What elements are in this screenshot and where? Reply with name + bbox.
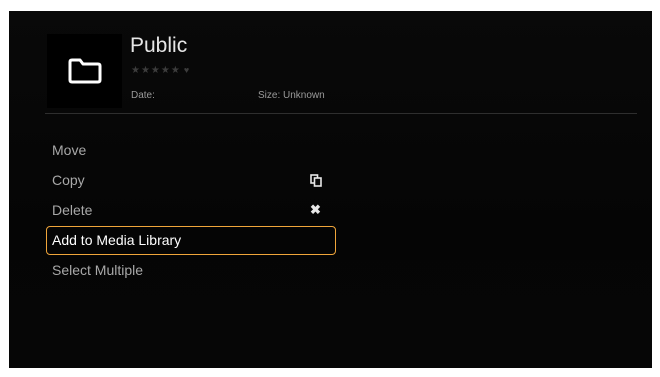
menu-item-label: Move [52, 142, 87, 158]
menu-item-move[interactable]: Move [46, 135, 336, 165]
folder-thumbnail [47, 34, 122, 108]
close-icon: ✖ [310, 202, 321, 217]
menu-item-label: Delete [52, 202, 93, 218]
menu-item-copy[interactable]: Copy [46, 165, 336, 195]
item-title: Public [130, 34, 188, 57]
header-divider [45, 113, 637, 114]
menu-item-label: Select Multiple [52, 262, 144, 278]
copy-icon [310, 165, 322, 195]
menu-item-select-multiple[interactable]: Select Multiple [46, 255, 336, 285]
folder-icon [68, 58, 101, 84]
favorite-heart-icon: ♥ [183, 65, 191, 75]
size-label: Size: Unknown [258, 90, 325, 101]
menu-item-delete[interactable]: Delete ✖ [46, 195, 336, 225]
rating-stars: ★★★★★ ♥ [131, 65, 190, 76]
options-menu: Move Copy Delete ✖ Add to Media Library … [46, 135, 336, 285]
menu-item-add-to-media-library[interactable]: Add to Media Library [46, 226, 336, 255]
date-label: Date: [131, 90, 155, 101]
menu-item-label: Add to Media Library [52, 232, 182, 248]
options-screen: Public ★★★★★ ♥ Date: Size: Unknown Move C… [9, 11, 652, 368]
star-rating-icons: ★★★★★ [131, 65, 181, 76]
menu-item-label: Copy [52, 172, 85, 188]
